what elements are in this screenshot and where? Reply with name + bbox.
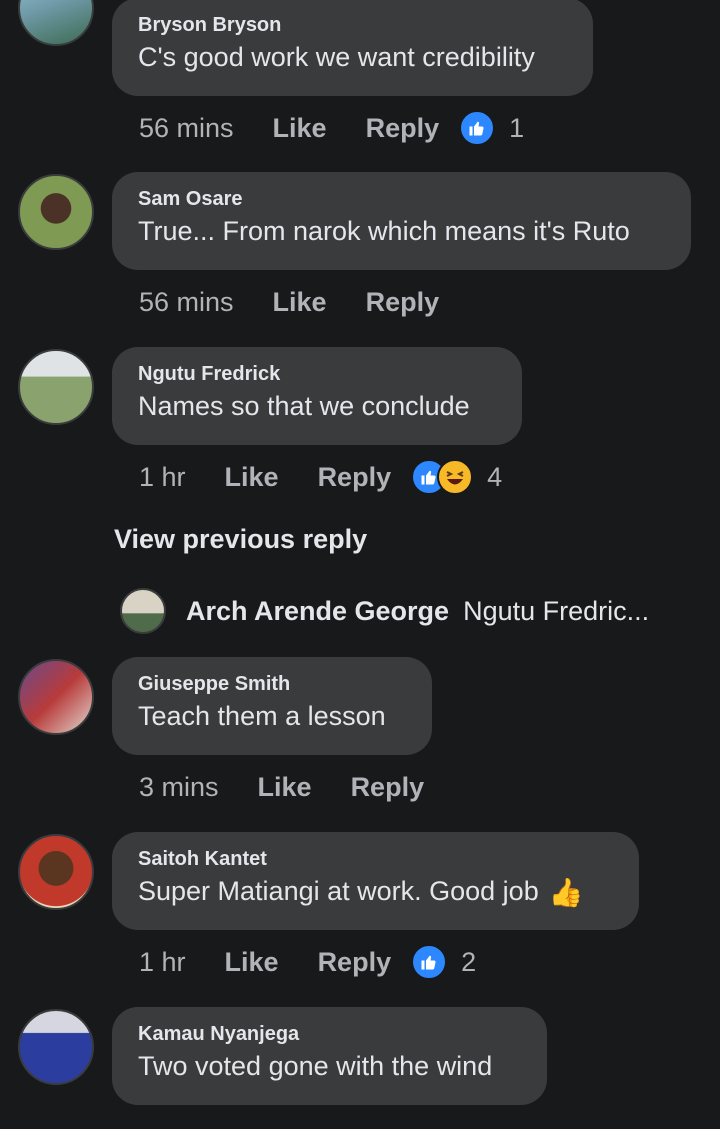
avatar[interactable] [18,659,94,735]
comment-author[interactable]: Bryson Bryson [138,14,281,37]
avatar [120,588,166,634]
reply-author: Arch Arende George [186,595,450,626]
reply-button[interactable]: Reply [351,772,425,803]
reaction-count: 2 [461,946,477,977]
comment-text: True... From narok which means it's Ruto [138,216,630,246]
like-button[interactable]: Like [273,113,327,144]
comment-meta: 1 hr Like Reply 4 [139,457,502,497]
reaction-count: 1 [509,112,525,143]
comment-meta: 3 mins Like Reply [139,767,444,807]
reply-button[interactable]: Reply [318,947,392,978]
comment-meta: 56 mins Like Reply [139,282,459,322]
comment-meta: 1 hr Like Reply 2 [139,942,476,982]
comment-bubble[interactable]: Bryson Bryson C's good work we want cred… [112,0,593,96]
comment-time[interactable]: 1 hr [139,462,186,493]
comment-text: Teach them a lesson [138,701,386,731]
reply-button[interactable]: Reply [366,113,440,144]
comment-text-body: Super Matiangi at work. Good job [138,876,539,906]
like-button[interactable]: Like [273,287,327,318]
comment-text: C's good work we want credibility [138,42,535,72]
comment-text: Names so that we conclude [138,391,470,421]
like-button[interactable]: Like [258,772,312,803]
like-button[interactable]: Like [225,947,279,978]
reaction-count: 4 [487,461,503,492]
comment-time[interactable]: 1 hr [139,947,186,978]
reactions-summary[interactable]: 1 [459,110,524,146]
avatar[interactable] [18,174,94,250]
reactions-summary[interactable]: 2 [411,944,476,980]
comment-bubble[interactable]: Saitoh Kantet Super Matiangi at work. Go… [112,832,639,930]
comment-bubble[interactable]: Ngutu Fredrick Names so that we conclude [112,347,522,445]
reply-preview[interactable]: Arch Arende George Ngutu Fredric... [120,586,649,636]
comment-author[interactable]: Saitoh Kantet [138,848,267,871]
view-previous-reply-link[interactable]: View previous reply [114,524,367,555]
reply-button[interactable]: Reply [318,462,392,493]
reactions-summary[interactable]: 4 [411,459,502,495]
like-button[interactable]: Like [225,462,279,493]
avatar[interactable] [18,834,94,910]
comment-text: Super Matiangi at work. Good job 👍 [138,876,584,909]
comment-bubble[interactable]: Giuseppe Smith Teach them a lesson [112,657,432,755]
avatar[interactable] [18,1009,94,1085]
comment-time[interactable]: 3 mins [139,772,219,803]
comment-time[interactable]: 56 mins [139,287,234,318]
comment-text: Two voted gone with the wind [138,1051,493,1081]
thumbs-up-emoji: 👍 [548,877,584,909]
comment-bubble[interactable]: Sam Osare True... From narok which means… [112,172,691,270]
comment-author[interactable]: Kamau Nyanjega [138,1023,299,1046]
like-reaction-icon [411,944,448,980]
comment-author[interactable]: Giuseppe Smith [138,673,290,696]
comment-time[interactable]: 56 mins [139,113,234,144]
comment-author[interactable]: Sam Osare [138,188,243,211]
comment-meta: 56 mins Like Reply 1 [139,108,524,148]
reply-button[interactable]: Reply [366,287,440,318]
comment-author[interactable]: Ngutu Fredrick [138,363,280,386]
comment-bubble[interactable]: Kamau Nyanjega Two voted gone with the w… [112,1007,547,1105]
haha-reaction-icon [437,459,474,495]
avatar[interactable] [18,0,94,46]
like-reaction-icon [459,110,496,146]
reply-text: Ngutu Fredric... [463,595,650,626]
avatar[interactable] [18,349,94,425]
